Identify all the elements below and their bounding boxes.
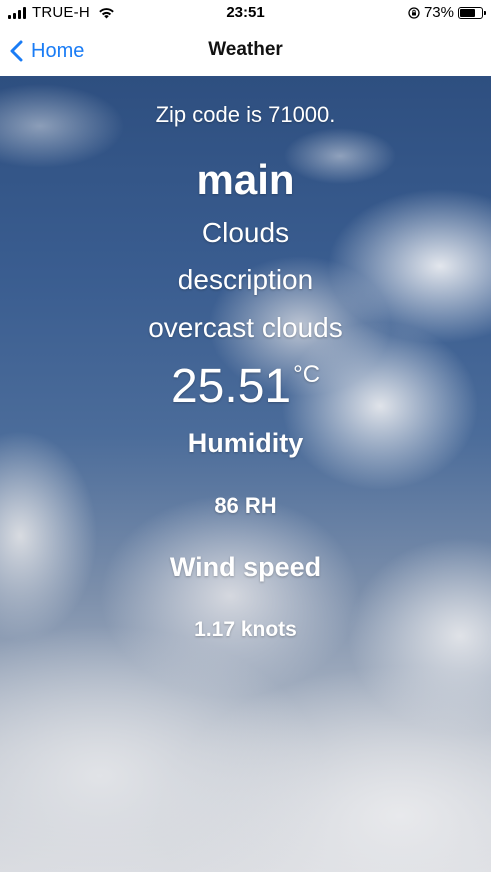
description-value: overcast clouds	[148, 312, 343, 343]
page-title: Weather	[208, 39, 283, 60]
description-label: description	[177, 264, 314, 295]
wind-speed-label: Wind speed	[169, 552, 322, 582]
main-value: Clouds	[201, 217, 290, 248]
main-label: main	[196, 156, 295, 203]
orientation-lock-icon	[408, 6, 420, 19]
battery-icon	[458, 6, 486, 19]
temperature: 25.51°C	[0, 359, 491, 414]
wind-speed-value: 1.17 knots	[194, 618, 297, 641]
status-right: 73%	[408, 4, 486, 21]
weather-panel: Zip code is 71000. main Clouds descripti…	[0, 76, 491, 872]
humidity-value: 86 RH	[214, 493, 277, 518]
battery-percent: 73%	[423, 4, 454, 21]
temperature-value: 25.51	[170, 360, 292, 413]
navigation-bar: Home Weather	[0, 26, 491, 76]
zip-code-text: Zip code is 71000.	[155, 102, 336, 127]
temperature-unit: °C	[293, 361, 321, 388]
battery-fill	[460, 8, 476, 17]
status-bar: TRUE-H 23:51 73%	[0, 0, 491, 26]
humidity-label: Humidity	[187, 428, 304, 458]
